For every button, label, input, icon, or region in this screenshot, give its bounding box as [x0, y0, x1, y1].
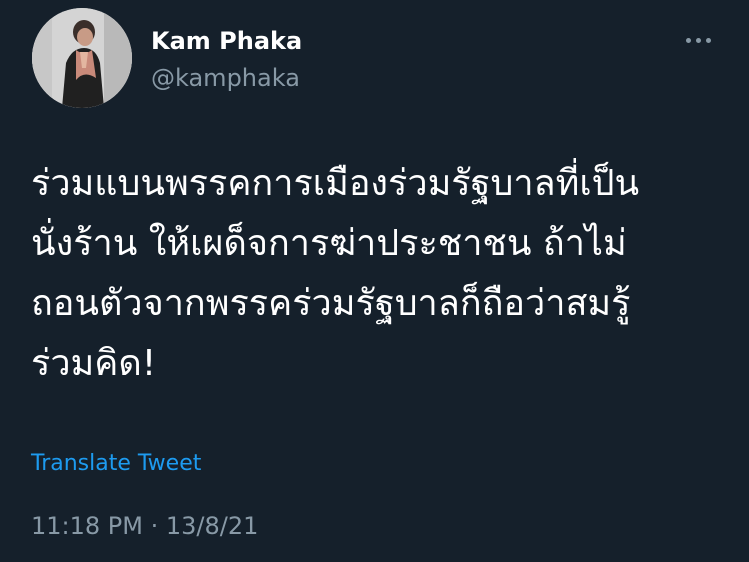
translate-tweet-link[interactable]: Translate Tweet: [31, 450, 201, 478]
more-dot: [705, 37, 711, 43]
author-avatar[interactable]: [32, 8, 132, 108]
tweet-timestamp[interactable]: 11:18 PM · 13/8/21: [31, 510, 258, 542]
tweet-card: Kam Phaka @kamphaka ร่วมแบนพรรคการเมืองร…: [0, 0, 749, 562]
more-dot: [695, 37, 701, 43]
author-handle[interactable]: @kamphaka: [151, 63, 300, 93]
tweet-text-line: ร่วมแบนพรรคการเมืองร่วมรัฐบาลที่เป็น: [31, 163, 640, 204]
profile-photo: [32, 8, 132, 108]
tweet-text: ร่วมแบนพรรคการเมืองร่วมรัฐบาลที่เป็น นั่…: [31, 154, 731, 394]
tweet-text-line: ร่วมคิด!: [31, 343, 157, 384]
tweet-text-line: ถอนตัวจากพรรคร่วมรัฐบาลก็ถือว่าสมรู้: [31, 283, 631, 324]
more-dot: [685, 37, 691, 43]
tweet-text-line: นั่งร้าน ให้เผด็จการฆ่าประชาชน ถ้าไม่: [31, 223, 627, 264]
more-options-icon[interactable]: [678, 28, 718, 52]
author-display-name[interactable]: Kam Phaka: [151, 26, 302, 56]
